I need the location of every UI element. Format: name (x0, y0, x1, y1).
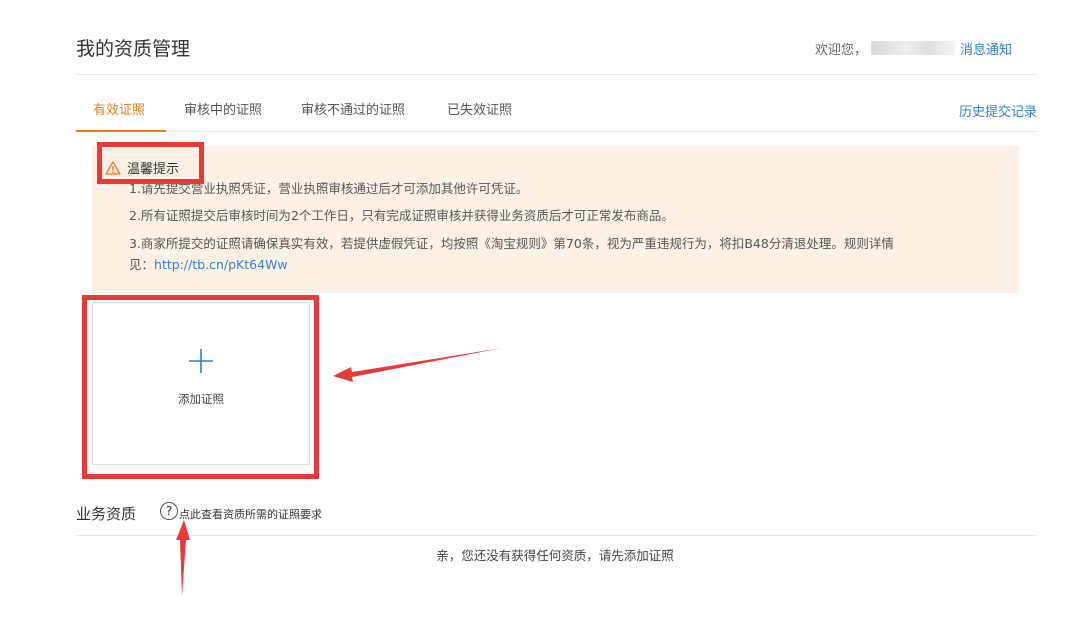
arrow-to-help-icon (176, 520, 190, 596)
annotation-arrows (176, 348, 502, 596)
arrow-to-add-card (333, 348, 502, 382)
